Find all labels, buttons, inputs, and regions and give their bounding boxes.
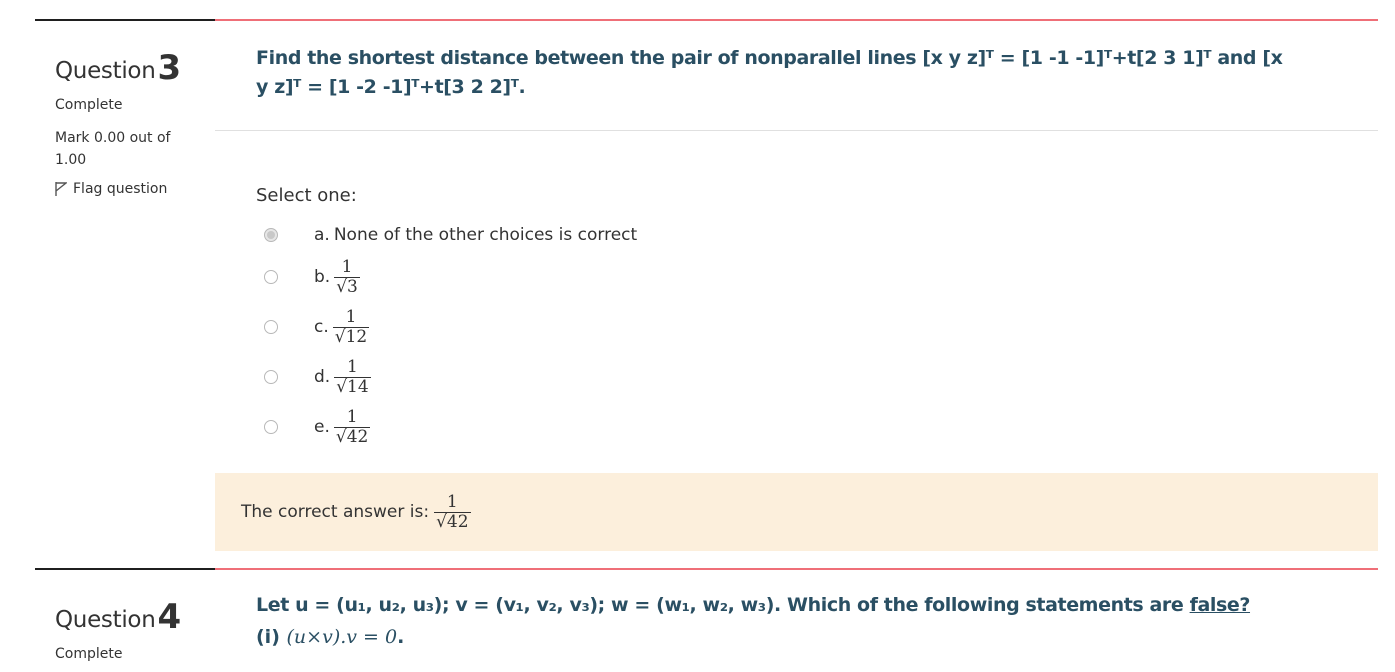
fraction: 1 √3 [334, 256, 360, 297]
numerator: 1 [345, 306, 357, 327]
option-letter: d. [314, 367, 331, 387]
flag-icon [55, 182, 67, 196]
question-3: Question3 Complete Mark 0.00 out of 1.00… [0, 19, 1395, 551]
option-text: None of the other choices is correct [333, 225, 638, 245]
statement-end: . [397, 626, 405, 648]
fraction: 1 √14 [334, 356, 371, 397]
option-c-label: c. 1 √12 [314, 306, 370, 347]
question-state: Complete [55, 646, 123, 662]
numerator: 1 [346, 406, 358, 427]
question-info: Question3 Complete Mark 0.00 out of 1.00… [35, 19, 215, 197]
statement-label: (i) [256, 626, 280, 648]
answer-prompt: Select one: [256, 185, 357, 206]
feedback-fraction: 1 √42 [434, 491, 471, 532]
answer-option-a[interactable]: a. None of the other choices is correct [256, 218, 1378, 252]
option-letter: e. [314, 417, 330, 437]
option-letter: a. [314, 225, 330, 245]
question-content: Find the shortest distance between the p… [215, 19, 1378, 551]
question-number: Question3 [55, 47, 215, 88]
statement-math: (u×v).v = 0 [286, 626, 398, 648]
answer-option-b[interactable]: b. 1 √3 [256, 252, 1378, 302]
question-content: Let u = (u₁, u₂, u₃); v = (v₁, v₂, v₃); … [215, 568, 1378, 648]
numerator: 1 [341, 256, 353, 277]
question-label: Question [55, 607, 156, 633]
option-letter: b. [314, 267, 331, 287]
radio-c[interactable] [264, 320, 278, 334]
answer-option-c[interactable]: c. 1 √12 [256, 302, 1378, 352]
question-state: Complete [55, 97, 123, 113]
option-a-label: a. None of the other choices is correct [314, 225, 637, 245]
question-text-main: Let u = (u₁, u₂, u₃); v = (v₁, v₂, v₃); … [256, 594, 1190, 616]
answer-option-e[interactable]: e. 1 √42 [256, 402, 1378, 452]
correct-answer-feedback: The correct answer is: 1 √42 [215, 473, 1378, 551]
question-number-value: 4 [157, 597, 181, 637]
radio-a[interactable] [264, 228, 278, 242]
option-e-label: e. 1 √42 [314, 406, 371, 447]
flag-question-link[interactable]: Flag question [55, 181, 215, 197]
question-grade: Mark 0.00 out of 1.00 [55, 130, 171, 168]
radio-e[interactable] [264, 420, 278, 434]
question-text-emphasis: false? [1189, 594, 1251, 616]
answer-options: a. None of the other choices is correct … [256, 218, 1378, 452]
denominator: √42 [333, 426, 371, 447]
option-d-label: d. 1 √14 [314, 356, 371, 397]
option-b-label: b. 1 √3 [314, 256, 360, 297]
statement-i: (i) (u×v).v = 0. [256, 626, 1378, 648]
numerator: 1 [347, 356, 358, 377]
denominator: √12 [332, 326, 370, 347]
fraction: 1 √42 [333, 406, 371, 447]
question-info: Question4 Complete [35, 568, 215, 662]
question-text: Find the shortest distance between the p… [215, 21, 1378, 131]
denominator: √14 [334, 376, 371, 397]
feedback-label: The correct answer is: [241, 502, 430, 522]
question-label: Question [55, 58, 156, 84]
question-number: Question4 [55, 596, 215, 637]
question-4: Question4 Complete Let u = (u₁, u₂, u₃);… [0, 568, 1395, 672]
radio-d[interactable] [264, 370, 278, 384]
answer-option-d[interactable]: d. 1 √14 [256, 352, 1378, 402]
fraction: 1 √12 [332, 306, 370, 347]
denominator: √42 [434, 511, 471, 532]
radio-b[interactable] [264, 270, 278, 284]
denominator: √3 [334, 276, 360, 297]
flag-question-label: Flag question [73, 181, 168, 197]
numerator: 1 [446, 491, 458, 512]
question-text: Let u = (u₁, u₂, u₃); v = (v₁, v₂, v₃); … [215, 570, 1378, 616]
option-letter: c. [314, 317, 329, 337]
question-number-value: 3 [157, 48, 181, 88]
